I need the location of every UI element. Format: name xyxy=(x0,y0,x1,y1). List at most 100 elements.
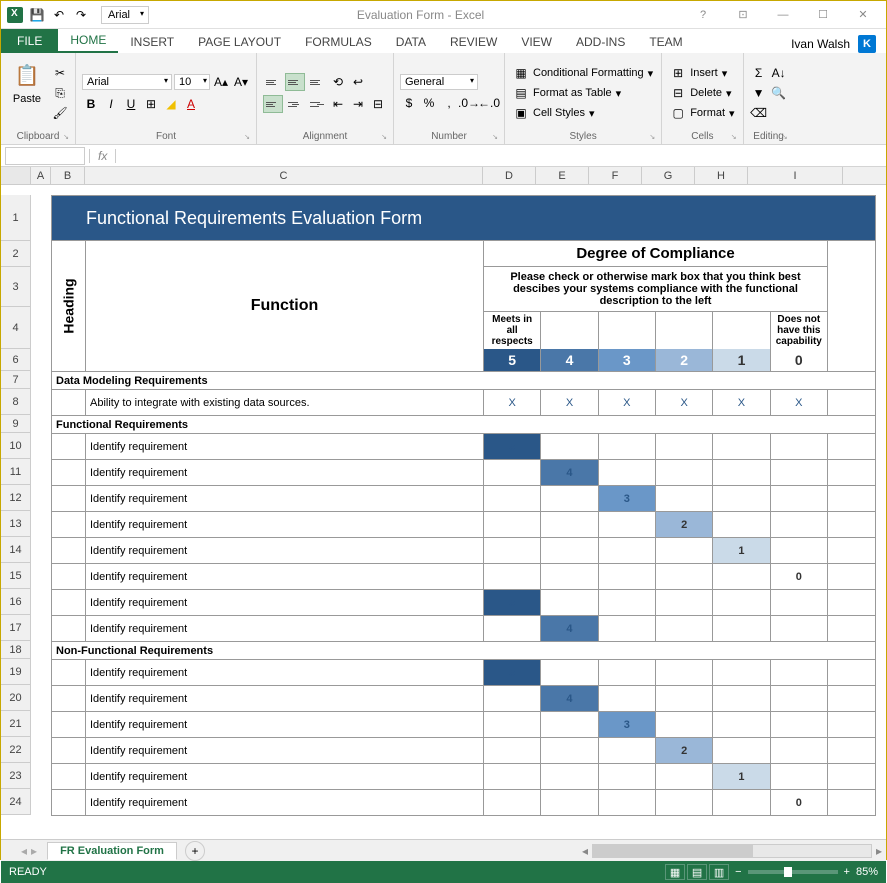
rating-cell[interactable] xyxy=(541,564,598,589)
rating-cell[interactable] xyxy=(656,616,713,641)
close-icon[interactable]: ✕ xyxy=(848,5,878,25)
rating-cell[interactable]: 5 xyxy=(484,660,541,685)
tab-page-layout[interactable]: PAGE LAYOUT xyxy=(186,31,293,53)
tab-review[interactable]: REVIEW xyxy=(438,31,509,53)
col-header-A[interactable]: A xyxy=(31,167,51,184)
align-center-icon[interactable] xyxy=(285,95,305,113)
redo-icon[interactable]: ↷ xyxy=(71,5,91,25)
rating-cell[interactable] xyxy=(484,512,541,537)
number-format-selector[interactable]: General xyxy=(400,74,478,90)
align-right-icon[interactable] xyxy=(307,95,327,113)
select-all-corner[interactable] xyxy=(1,167,31,184)
data-row[interactable]: Identify requirement5 xyxy=(51,590,876,616)
rating-cell[interactable] xyxy=(484,790,541,815)
rating-cell[interactable]: 4 xyxy=(541,686,598,711)
tab-nav-next[interactable]: ▸ xyxy=(31,844,37,858)
rating-cell[interactable] xyxy=(713,712,770,737)
data-row[interactable]: Identify requirement0 xyxy=(51,564,876,590)
rating-cell[interactable] xyxy=(656,764,713,789)
rating-cell[interactable] xyxy=(656,590,713,615)
rating-cell[interactable] xyxy=(484,686,541,711)
data-row[interactable]: Identify requirement1 xyxy=(51,538,876,564)
font-color-icon[interactable]: A xyxy=(182,95,200,113)
align-middle-icon[interactable] xyxy=(285,73,305,91)
col-header-F[interactable]: F xyxy=(589,167,642,184)
rating-cell[interactable]: 5 xyxy=(484,434,541,459)
shrink-font-icon[interactable]: A▾ xyxy=(232,73,250,91)
tab-insert[interactable]: INSERT xyxy=(118,31,186,53)
font-name-selector[interactable]: Arial xyxy=(82,74,172,90)
rating-cell[interactable] xyxy=(656,486,713,511)
rating-cell[interactable] xyxy=(541,434,598,459)
rating-cell[interactable]: 2 xyxy=(656,738,713,763)
rating-cell[interactable] xyxy=(484,538,541,563)
zoom-in-button[interactable]: + xyxy=(844,866,850,878)
save-icon[interactable]: 💾 xyxy=(27,5,47,25)
rating-cell[interactable] xyxy=(771,460,827,485)
tab-addins[interactable]: ADD-INS xyxy=(564,31,637,53)
col-header-H[interactable]: H xyxy=(695,167,748,184)
row-header-14[interactable]: 14 xyxy=(1,537,31,563)
tab-file[interactable]: FILE xyxy=(1,29,58,53)
row-header-19[interactable]: 19 xyxy=(1,659,31,685)
rating-cell[interactable] xyxy=(656,686,713,711)
rating-cell[interactable]: X xyxy=(656,390,713,415)
rating-cell[interactable] xyxy=(771,512,827,537)
data-row[interactable]: Identify requirement5 xyxy=(51,660,876,686)
rating-cell[interactable] xyxy=(599,564,656,589)
data-row[interactable]: Identify requirement4 xyxy=(51,616,876,642)
view-normal-icon[interactable]: ▦ xyxy=(665,864,685,880)
rating-cell[interactable]: 1 xyxy=(713,538,770,563)
data-row[interactable]: Identify requirement3 xyxy=(51,712,876,738)
rating-cell[interactable] xyxy=(656,790,713,815)
col-header-I[interactable]: I xyxy=(748,167,843,184)
sheet-content[interactable]: Functional Requirements Evaluation Form … xyxy=(31,185,886,816)
row-header-6[interactable]: 6 xyxy=(1,349,31,371)
cell-styles-button[interactable]: ▣Cell Styles ▾ xyxy=(511,104,655,122)
row-header-24[interactable]: 24 xyxy=(1,789,31,815)
font-size-selector[interactable]: 10 xyxy=(174,74,210,90)
rating-cell[interactable]: 2 xyxy=(656,512,713,537)
minimize-icon[interactable]: — xyxy=(768,5,798,25)
rating-cell[interactable] xyxy=(713,434,770,459)
rating-cell[interactable]: 4 xyxy=(541,616,598,641)
border-icon[interactable]: ⊞ xyxy=(142,95,160,113)
italic-icon[interactable]: I xyxy=(102,95,120,113)
grow-font-icon[interactable]: A▴ xyxy=(212,73,230,91)
row-header-7[interactable]: 7 xyxy=(1,371,31,389)
rating-cell[interactable] xyxy=(484,616,541,641)
rating-cell[interactable] xyxy=(541,486,598,511)
delete-cells-button[interactable]: ⊟Delete ▾ xyxy=(668,84,736,102)
sort-filter-icon[interactable]: A↓ xyxy=(770,64,788,82)
rating-cell[interactable]: 0 xyxy=(771,790,827,815)
cut-icon[interactable]: ✂ xyxy=(51,64,69,82)
rating-cell[interactable] xyxy=(541,790,598,815)
rating-cell[interactable] xyxy=(599,686,656,711)
rating-cell[interactable] xyxy=(771,712,827,737)
increase-decimal-icon[interactable]: .0→ xyxy=(460,94,478,112)
ribbon-display-icon[interactable]: ⊡ xyxy=(728,5,758,25)
data-row[interactable]: Identify requirement0 xyxy=(51,790,876,816)
rating-cell[interactable] xyxy=(713,790,770,815)
rating-cell[interactable] xyxy=(541,764,598,789)
rating-cell[interactable] xyxy=(484,764,541,789)
rating-cell[interactable] xyxy=(713,738,770,763)
orientation-icon[interactable]: ⟲ xyxy=(329,73,347,91)
currency-icon[interactable]: $ xyxy=(400,94,418,112)
rating-cell[interactable] xyxy=(713,616,770,641)
tab-formulas[interactable]: FORMULAS xyxy=(293,31,384,53)
rating-cell[interactable] xyxy=(599,660,656,685)
rating-cell[interactable] xyxy=(656,434,713,459)
percent-icon[interactable]: % xyxy=(420,94,438,112)
zoom-level[interactable]: 85% xyxy=(856,866,878,878)
align-top-icon[interactable] xyxy=(263,73,283,91)
fill-color-icon[interactable]: ◢ xyxy=(162,95,180,113)
clear-icon[interactable]: ⌫ xyxy=(750,104,768,122)
merge-icon[interactable]: ⊟ xyxy=(369,95,387,113)
rating-cell[interactable] xyxy=(771,434,827,459)
help-icon[interactable]: ? xyxy=(688,5,718,25)
rating-cell[interactable] xyxy=(771,764,827,789)
sheet-tab-active[interactable]: FR Evaluation Form xyxy=(47,842,177,860)
horizontal-scrollbar[interactable]: ◂ ▸ xyxy=(205,844,886,858)
zoom-out-button[interactable]: − xyxy=(735,866,741,878)
